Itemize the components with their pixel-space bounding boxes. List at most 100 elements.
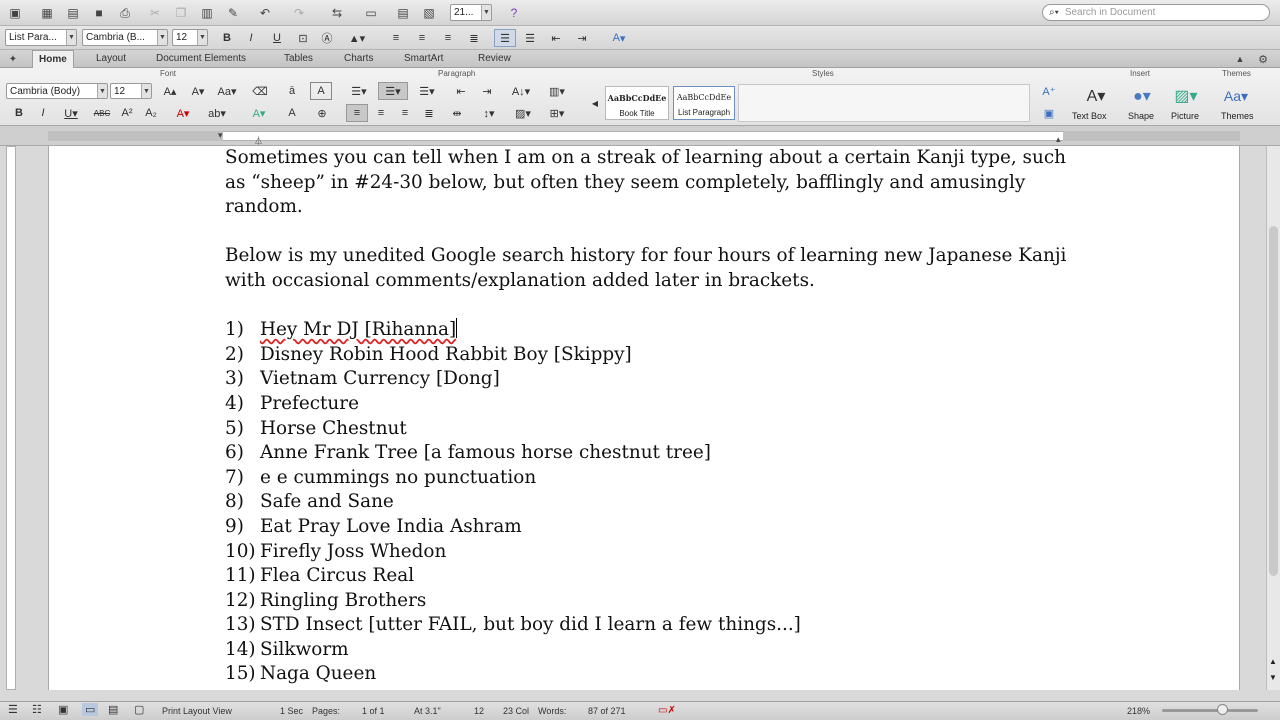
list-item[interactable]: 13) STD Insect [utter FAIL, but boy did I… [225,613,1085,638]
picture-icon[interactable]: ▨▾ [1168,84,1204,108]
format-painter-icon[interactable]: ✎ [222,3,244,23]
list-text[interactable]: Eat Pray Love India Ashram [260,515,522,540]
horizontal-ruler[interactable]: ▾ ⏃ ▴ [0,126,1280,146]
chevron-down-icon[interactable]: ▼ [141,84,151,98]
list-item[interactable]: 11) Flea Circus Real [225,564,1085,589]
list-item[interactable]: 3) Vietnam Currency [Dong] [225,367,1085,392]
spelling-check-icon[interactable]: ▭✗ [658,705,676,716]
text-box-icon[interactable]: A▾ [1078,84,1114,108]
sidebar-icon[interactable]: ⇆ [326,3,348,23]
outline-view-icon[interactable]: ☷ [32,703,42,716]
tab-document-elements[interactable]: Document Elements [150,50,252,68]
bold-button[interactable]: B [218,29,236,47]
list-text[interactable]: Flea Circus Real [260,564,414,589]
align-center-icon[interactable]: ≡ [412,29,432,47]
character-shading-icon[interactable]: A [282,104,302,122]
highlight-icon[interactable]: ⊡ [294,29,312,47]
media-icon[interactable]: ▧ [418,3,440,23]
character-border-icon[interactable]: A [310,82,332,100]
bullet-list-icon[interactable]: ☰ [520,29,540,47]
document-page[interactable]: Sometimes you can tell when I am on a st… [48,146,1240,690]
list-item[interactable]: 1) Hey Mr DJ [Rihanna] [225,318,1085,343]
text-effects-icon[interactable]: Ⓐ [318,29,336,47]
list-item[interactable]: 9) Eat Pray Love India Ashram [225,515,1085,540]
font-field[interactable]: Cambria (B... ▼ [82,29,168,46]
grow-font-icon[interactable]: A▴ [158,82,182,100]
scroll-up-icon[interactable]: ▲ [1269,657,1277,666]
list-text[interactable]: e e cummings no punctuation [260,466,536,491]
undo-icon[interactable]: ↶ [252,3,278,23]
change-case-icon[interactable]: Aa▾ [214,82,240,100]
tab-home[interactable]: Home [32,50,74,69]
chevron-down-icon[interactable]: ▼ [97,84,107,98]
new-document-icon[interactable]: ▣ [4,3,26,23]
list-item[interactable]: 8) Safe and Sane [225,490,1085,515]
font-size-field[interactable]: 12 ▼ [172,29,208,46]
scroll-down-icon[interactable]: ▼ [1269,673,1277,682]
settings-gear-icon[interactable]: ⚙ [1256,50,1270,68]
view-icon[interactable]: ▭ [356,3,386,23]
search-field[interactable]: ⌕▾ Search in Document [1042,4,1270,21]
list-text[interactable]: Anne Frank Tree [a famous horse chestnut… [260,441,711,466]
ribbon-bold-button[interactable]: B [10,104,28,122]
fullscreen-view-icon[interactable]: ▢ [134,703,144,716]
scrollbar-thumb[interactable] [1269,226,1278,576]
strikethrough-icon[interactable]: ABC [90,104,114,122]
list-text[interactable]: Prefecture [260,392,359,417]
list-item[interactable]: 2) Disney Robin Hood Rabbit Boy [Skippy] [225,343,1085,368]
print-layout-view-icon[interactable]: ▭ [82,703,99,716]
print-icon[interactable]: ⎙ [114,3,136,23]
list-item[interactable]: 7) e e cummings no punctuation [225,466,1085,491]
borders-icon[interactable]: ⊞▾ [542,104,572,122]
list-text[interactable]: STD Insect [utter FAIL, but boy did I le… [260,613,801,638]
first-indent-marker-icon[interactable]: ▾ [218,130,223,141]
sort-icon[interactable]: A↓▾ [506,82,536,100]
ribbon-increase-indent-icon[interactable]: ⇥ [476,82,498,100]
decrease-indent-icon[interactable]: ⇤ [546,29,566,47]
increase-indent-icon[interactable]: ⇥ [572,29,592,47]
tab-smartart[interactable]: SmartArt [398,50,449,68]
chevron-down-icon[interactable]: ▼ [66,30,76,45]
ribbon-bullets-icon[interactable]: ☰▾ [344,82,374,100]
notebook-view-icon[interactable]: ▤ [108,703,118,716]
style-field[interactable]: List Para... ▼ [5,29,77,46]
list-text[interactable]: Firefly Joss Whedon [260,540,446,565]
justify-icon[interactable]: ≣ [464,29,484,47]
themes-icon[interactable]: Aa▾ [1218,84,1254,108]
list-item[interactable]: 6) Anne Frank Tree [a famous horse chestn… [225,441,1085,466]
chevron-down-icon[interactable]: ▼ [197,30,207,45]
ribbon-font-field[interactable]: Cambria (Body) ▼ [6,83,108,99]
shrink-font-icon[interactable]: A▾ [186,82,210,100]
ribbon-star-icon[interactable]: ✦ [6,50,20,68]
tab-charts[interactable]: Charts [338,50,379,68]
text-box-label[interactable]: Text Box [1072,111,1107,121]
multilevel-list-icon[interactable]: ☰▾ [412,82,442,100]
styles-pane-icon[interactable]: ▣ [1038,104,1060,122]
styles-prev-icon[interactable]: ◀ [588,94,602,112]
tab-review[interactable]: Review [472,50,517,68]
ribbon-align-left-icon[interactable]: ≡ [346,104,368,122]
list-text[interactable]: Ringling Brothers [260,589,426,614]
list-text[interactable]: Hey Mr DJ [Rihanna] [260,318,456,343]
ribbon-italic-button[interactable]: I [34,104,52,122]
enclose-characters-icon[interactable]: ⊕ [312,104,332,122]
redo-icon[interactable]: ↷ [286,3,312,23]
right-indent-marker-icon[interactable]: ▴ [1056,134,1061,145]
underline-button[interactable]: U [268,29,286,47]
ribbon-align-center-icon[interactable]: ≡ [370,104,392,122]
ribbon-justify-icon[interactable]: ≣ [418,104,440,122]
list-text[interactable]: Disney Robin Hood Rabbit Boy [Skippy] [260,343,632,368]
zoom-slider-thumb[interactable] [1217,704,1228,715]
shape-label[interactable]: Shape [1128,111,1154,121]
align-left-icon[interactable]: ≡ [386,29,406,47]
ribbon-font-color-icon[interactable]: A▾ [168,104,198,122]
style-list-paragraph[interactable]: AaBbCcDdEe List Paragraph [673,86,735,120]
list-item[interactable]: 15) Naga Queen [225,662,1085,687]
list-text[interactable]: Vietnam Currency [Dong] [260,367,500,392]
ribbon-highlight-icon[interactable]: ab▾ [202,104,232,122]
clear-formatting-icon[interactable]: ⌫ [250,82,270,100]
font-color-icon[interactable]: ▲▾ [342,29,372,47]
shading-icon[interactable]: ▨▾ [508,104,538,122]
style-book-title[interactable]: AaBbCcDdEe Book Title [605,86,669,120]
text-color-icon[interactable]: A ▾ [604,29,634,47]
